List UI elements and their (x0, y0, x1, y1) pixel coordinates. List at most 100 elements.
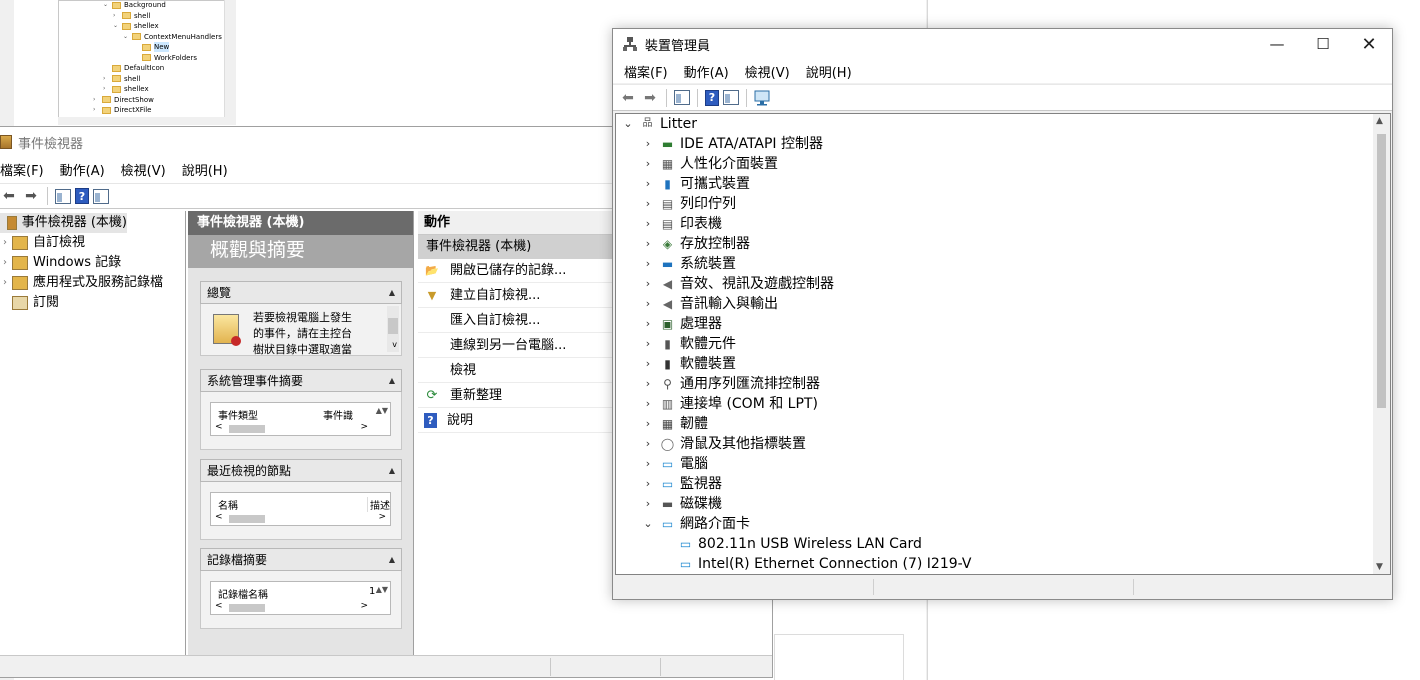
action-item[interactable]: 連線到另一台電腦... (418, 334, 613, 358)
collapse-arrow-icon[interactable]: ▲ (389, 549, 395, 571)
show-hide-action-pane-icon[interactable] (93, 188, 109, 204)
console-tree-item[interactable]: 事件檢視器 (本機) (0, 213, 127, 233)
grid-scroll-arrows-icon[interactable]: ▲▼ (376, 406, 388, 415)
device-category[interactable]: › ◀ 音效、視訊及遊戲控制器 (640, 274, 834, 294)
chevron-down-icon[interactable]: ⌄ (103, 1, 109, 10)
console-tree-item[interactable]: › Windows 記錄 (0, 253, 121, 273)
action-item[interactable]: ⟳ 重新整理 (418, 384, 613, 408)
chevron-right-icon[interactable]: › (0, 253, 10, 273)
device-category[interactable]: › ▥ 連接埠 (COM 和 LPT) (640, 394, 818, 414)
registry-key[interactable]: New (133, 42, 170, 52)
registry-key[interactable]: ⌄ Background (103, 1, 166, 10)
grid-horizontal-scrollbar[interactable]: < > (211, 601, 390, 614)
show-hide-action-pane-icon[interactable] (723, 90, 739, 105)
help-icon[interactable]: ? (75, 188, 89, 204)
column-header-name[interactable]: 名稱 (218, 497, 238, 512)
menu-item[interactable]: 檔案(F) (624, 62, 668, 81)
show-hide-console-tree-icon[interactable] (674, 90, 690, 105)
chevron-right-icon[interactable]: › (640, 414, 656, 434)
column-header-event-type[interactable]: 事件類型 (218, 407, 258, 422)
chevron-right-icon[interactable]: › (640, 394, 656, 414)
overview-section-header[interactable]: 總覽 ▲ (200, 281, 402, 304)
scroll-up-arrow-icon[interactable]: ▲ (1376, 116, 1383, 126)
registry-key[interactable]: › shell (103, 74, 140, 84)
device-category[interactable]: › ▦ 人性化介面裝置 (640, 154, 778, 174)
chevron-right-icon[interactable]: › (0, 233, 10, 253)
menu-item[interactable]: 動作(A) (684, 62, 729, 81)
log-summary-header[interactable]: 記錄檔摘要 ▲ (200, 548, 402, 571)
collapse-arrow-icon[interactable]: ▲ (389, 282, 395, 304)
action-item[interactable]: ▼ 建立自訂檢視... (418, 284, 613, 308)
device-category[interactable]: › ▬ IDE ATA/ATAPI 控制器 (640, 134, 823, 154)
help-icon[interactable]: ? (705, 89, 719, 106)
chevron-right-icon[interactable]: › (640, 494, 656, 514)
back-arrow-icon[interactable]: ⬅ (619, 89, 637, 107)
show-hide-console-tree-icon[interactable] (55, 188, 71, 204)
admin-summary-header[interactable]: 系統管理事件摘要 ▲ (200, 369, 402, 392)
device-category[interactable]: › ▦ 韌體 (640, 414, 708, 434)
chevron-right-icon[interactable]: › (640, 434, 656, 454)
column-header-size[interactable]: 1 (369, 586, 375, 597)
device-category[interactable]: › ▤ 印表機 (640, 214, 722, 234)
device-category[interactable]: › ◈ 存放控制器 (640, 234, 750, 254)
chevron-right-icon[interactable]: › (0, 273, 10, 293)
device-category[interactable]: › ▤ 列印佇列 (640, 194, 736, 214)
chevron-right-icon[interactable]: › (640, 134, 656, 154)
registry-key[interactable]: WorkFolders (133, 53, 197, 63)
chevron-down-icon[interactable]: ⌄ (620, 114, 636, 134)
device-category[interactable]: › ▮ 軟體元件 (640, 334, 736, 354)
chevron-right-icon[interactable]: › (103, 84, 109, 94)
admin-summary-grid[interactable]: 事件類型 事件識 ▲▼ < > (210, 402, 391, 436)
forward-arrow-icon[interactable]: ➡ (22, 187, 40, 205)
chevron-right-icon[interactable]: › (640, 174, 656, 194)
console-tree-item[interactable]: › 應用程式及服務記錄檔 (0, 273, 163, 293)
device-tree-vertical-scrollbar[interactable]: ▲ ▼ (1373, 114, 1390, 574)
action-item[interactable]: 匯入自訂檢視... (418, 309, 613, 333)
registry-key[interactable]: › shell (113, 11, 150, 21)
scroll-down-arrow-icon[interactable]: ▼ (1376, 562, 1383, 572)
registry-key[interactable]: ⌄ shellex (113, 21, 159, 31)
network-adapter-device[interactable]: ▭ Intel(R) Ethernet Connection (7) I219-V (674, 554, 972, 574)
recent-nodes-grid[interactable]: 名稱 描述 < > (210, 492, 391, 526)
device-manager-titlebar[interactable]: 裝置管理員 — ☐ ✕ (613, 29, 1392, 59)
device-tree-scroll-thumb[interactable] (1377, 134, 1386, 408)
column-header-event-id[interactable]: 事件識 (323, 407, 353, 422)
menu-item[interactable]: 說明(H) (182, 160, 236, 179)
chevron-right-icon[interactable]: › (640, 214, 656, 234)
minimize-button[interactable]: — (1254, 29, 1300, 59)
menu-item[interactable]: 檢視(V) (121, 160, 174, 179)
close-button[interactable]: ✕ (1346, 29, 1392, 59)
menu-item[interactable]: 檔案(F) (0, 160, 52, 179)
action-item[interactable]: ? 說明 (418, 409, 613, 433)
device-category[interactable]: › ◯ 滑鼠及其他指標裝置 (640, 434, 806, 454)
console-tree-item[interactable]: › 自訂檢視 (0, 233, 85, 253)
action-item[interactable]: 📂 開啟已儲存的記錄... (418, 259, 613, 283)
chevron-right-icon[interactable]: › (640, 354, 656, 374)
registry-key[interactable]: › shellex (103, 84, 149, 94)
chevron-right-icon[interactable]: › (640, 474, 656, 494)
device-category[interactable]: › ▭ 電腦 (640, 454, 708, 474)
chevron-right-icon[interactable]: › (640, 374, 656, 394)
registry-tree[interactable]: ⌄ Background › shell ⌄ shellex ⌄ ContextMenuHan… (58, 0, 236, 124)
registry-key[interactable]: ⌄ ContextMenuHandlers (123, 32, 222, 42)
column-header-description[interactable]: 描述 (367, 497, 390, 512)
console-tree-item[interactable]: 訂閱 (0, 293, 59, 313)
chevron-down-icon[interactable]: ⌄ (123, 32, 129, 42)
menu-item[interactable]: 動作(A) (60, 160, 113, 179)
back-arrow-icon[interactable]: ⬅ (0, 187, 18, 205)
chevron-right-icon[interactable]: › (640, 194, 656, 214)
network-adapter-device[interactable]: ▭ 802.11n USB Wireless LAN Card (674, 534, 922, 554)
device-category[interactable]: › ▣ 處理器 (640, 314, 722, 334)
chevron-right-icon[interactable]: › (93, 95, 99, 105)
chevron-right-icon[interactable]: › (113, 11, 119, 21)
menu-item[interactable]: 說明(H) (806, 62, 852, 81)
device-category[interactable]: › ▬ 系統裝置 (640, 254, 736, 274)
registry-horizontal-scrollbar[interactable] (58, 117, 236, 125)
action-item[interactable]: 檢視 (418, 359, 613, 383)
chevron-right-icon[interactable]: › (640, 254, 656, 274)
device-category[interactable]: › ▮ 軟體裝置 (640, 354, 736, 374)
menu-item[interactable]: 檢視(V) (745, 62, 790, 81)
recent-nodes-header[interactable]: 最近檢視的節點 ▲ (200, 459, 402, 482)
chevron-right-icon[interactable]: › (640, 274, 656, 294)
scan-hardware-icon[interactable] (754, 89, 772, 107)
